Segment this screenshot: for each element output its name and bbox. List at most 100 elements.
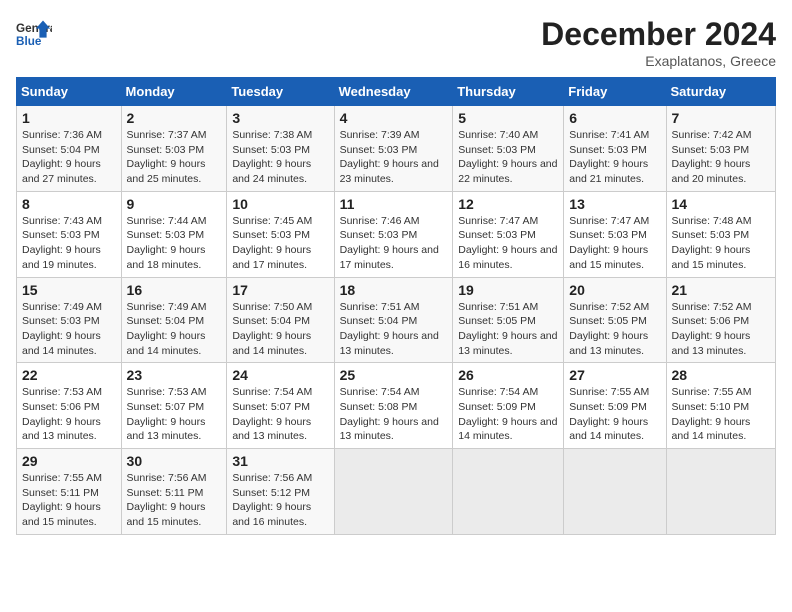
day-info: Sunrise: 7:54 AMSunset: 5:08 PMDaylight:… [340,385,448,444]
day-info: Sunrise: 7:52 AMSunset: 5:06 PMDaylight:… [672,300,770,359]
day-number: 23 [127,367,222,383]
calendar-cell: 12 Sunrise: 7:47 AMSunset: 5:03 PMDayligh… [453,191,564,277]
day-number: 31 [232,453,328,469]
day-number: 7 [672,110,770,126]
day-info: Sunrise: 7:46 AMSunset: 5:03 PMDaylight:… [340,214,448,273]
calendar-cell: 29 Sunrise: 7:55 AMSunset: 5:11 PMDayligh… [17,449,122,535]
header-friday: Friday [564,78,666,106]
day-number: 27 [569,367,660,383]
day-info: Sunrise: 7:50 AMSunset: 5:04 PMDaylight:… [232,300,328,359]
month-title: December 2024 [541,16,776,53]
calendar-cell [666,449,775,535]
calendar-week-row: 29 Sunrise: 7:55 AMSunset: 5:11 PMDayligh… [17,449,776,535]
day-number: 25 [340,367,448,383]
logo-icon: General Blue [16,16,52,52]
day-info: Sunrise: 7:52 AMSunset: 5:05 PMDaylight:… [569,300,660,359]
calendar-cell [453,449,564,535]
calendar-cell: 17 Sunrise: 7:50 AMSunset: 5:04 PMDayligh… [227,277,334,363]
header-saturday: Saturday [666,78,775,106]
calendar-cell: 30 Sunrise: 7:56 AMSunset: 5:11 PMDayligh… [121,449,227,535]
day-info: Sunrise: 7:42 AMSunset: 5:03 PMDaylight:… [672,128,770,187]
day-info: Sunrise: 7:53 AMSunset: 5:06 PMDaylight:… [22,385,116,444]
day-number: 5 [458,110,558,126]
calendar-cell: 4Sunrise: 7:39 AMSunset: 5:03 PMDaylight… [334,106,453,192]
day-number: 10 [232,196,328,212]
header-monday: Monday [121,78,227,106]
day-info: Sunrise: 7:51 AMSunset: 5:05 PMDaylight:… [458,300,558,359]
calendar-table: Sunday Monday Tuesday Wednesday Thursday… [16,77,776,535]
calendar-cell [334,449,453,535]
calendar-cell: 31 Sunrise: 7:56 AMSunset: 5:12 PMDayligh… [227,449,334,535]
page-header: General Blue December 2024 Exaplatanos, … [16,16,776,69]
day-number: 29 [22,453,116,469]
day-number: 19 [458,282,558,298]
calendar-cell: 21 Sunrise: 7:52 AMSunset: 5:06 PMDayligh… [666,277,775,363]
calendar-cell: 2 Sunrise: 7:37 AMSunset: 5:03 PMDaylight… [121,106,227,192]
calendar-cell: 19 Sunrise: 7:51 AMSunset: 5:05 PMDayligh… [453,277,564,363]
day-number: 4 [340,110,448,126]
svg-text:Blue: Blue [16,35,42,48]
day-info: Sunrise: 7:43 AMSunset: 5:03 PMDaylight:… [22,214,116,273]
calendar-cell: 6 Sunrise: 7:41 AMSunset: 5:03 PMDaylight… [564,106,666,192]
day-info: Sunrise: 7:55 AMSunset: 5:09 PMDaylight:… [569,385,660,444]
header-tuesday: Tuesday [227,78,334,106]
day-number: 15 [22,282,116,298]
day-info: Sunrise: 7:56 AMSunset: 5:11 PMDaylight:… [127,471,222,530]
day-number: 30 [127,453,222,469]
day-number: 21 [672,282,770,298]
day-number: 17 [232,282,328,298]
day-info: Sunrise: 7:55 AMSunset: 5:11 PMDaylight:… [22,471,116,530]
day-number: 2 [127,110,222,126]
calendar-cell: 10Sunrise: 7:45 AMSunset: 5:03 PMDayligh… [227,191,334,277]
day-info: Sunrise: 7:55 AMSunset: 5:10 PMDaylight:… [672,385,770,444]
calendar-cell: 20 Sunrise: 7:52 AMSunset: 5:05 PMDayligh… [564,277,666,363]
calendar-cell: 3Sunrise: 7:38 AMSunset: 5:03 PMDaylight… [227,106,334,192]
day-info: Sunrise: 7:47 AMSunset: 5:03 PMDaylight:… [569,214,660,273]
weekday-header-row: Sunday Monday Tuesday Wednesday Thursday… [17,78,776,106]
day-number: 8 [22,196,116,212]
day-info: Sunrise: 7:56 AMSunset: 5:12 PMDaylight:… [232,471,328,530]
calendar-cell: 22 Sunrise: 7:53 AMSunset: 5:06 PMDayligh… [17,363,122,449]
calendar-cell: 7 Sunrise: 7:42 AMSunset: 5:03 PMDaylight… [666,106,775,192]
day-number: 16 [127,282,222,298]
calendar-cell: 23 Sunrise: 7:53 AMSunset: 5:07 PMDayligh… [121,363,227,449]
day-info: Sunrise: 7:36 AMSunset: 5:04 PMDaylight:… [22,128,116,187]
day-info: Sunrise: 7:51 AMSunset: 5:04 PMDaylight:… [340,300,448,359]
day-info: Sunrise: 7:41 AMSunset: 5:03 PMDaylight:… [569,128,660,187]
calendar-cell: 8 Sunrise: 7:43 AMSunset: 5:03 PMDaylight… [17,191,122,277]
day-info: Sunrise: 7:49 AMSunset: 5:04 PMDaylight:… [127,300,222,359]
day-number: 20 [569,282,660,298]
calendar-cell: 27 Sunrise: 7:55 AMSunset: 5:09 PMDayligh… [564,363,666,449]
calendar-cell: 5Sunrise: 7:40 AMSunset: 5:03 PMDaylight… [453,106,564,192]
calendar-cell: 18 Sunrise: 7:51 AMSunset: 5:04 PMDayligh… [334,277,453,363]
day-number: 13 [569,196,660,212]
day-info: Sunrise: 7:47 AMSunset: 5:03 PMDaylight:… [458,214,558,273]
calendar-cell: 1Sunrise: 7:36 AMSunset: 5:04 PMDaylight… [17,106,122,192]
day-info: Sunrise: 7:44 AMSunset: 5:03 PMDaylight:… [127,214,222,273]
location: Exaplatanos, Greece [541,53,776,69]
day-info: Sunrise: 7:53 AMSunset: 5:07 PMDaylight:… [127,385,222,444]
day-info: Sunrise: 7:49 AMSunset: 5:03 PMDaylight:… [22,300,116,359]
calendar-cell [564,449,666,535]
day-number: 22 [22,367,116,383]
day-number: 28 [672,367,770,383]
calendar-week-row: 15 Sunrise: 7:49 AMSunset: 5:03 PMDayligh… [17,277,776,363]
calendar-cell: 11 Sunrise: 7:46 AMSunset: 5:03 PMDayligh… [334,191,453,277]
calendar-cell: 9Sunrise: 7:44 AMSunset: 5:03 PMDaylight… [121,191,227,277]
day-info: Sunrise: 7:37 AMSunset: 5:03 PMDaylight:… [127,128,222,187]
title-area: December 2024 Exaplatanos, Greece [541,16,776,69]
calendar-week-row: 1Sunrise: 7:36 AMSunset: 5:04 PMDaylight… [17,106,776,192]
day-number: 18 [340,282,448,298]
calendar-cell: 26Sunrise: 7:54 AMSunset: 5:09 PMDayligh… [453,363,564,449]
logo: General Blue [16,16,52,52]
day-info: Sunrise: 7:48 AMSunset: 5:03 PMDaylight:… [672,214,770,273]
day-number: 6 [569,110,660,126]
day-info: Sunrise: 7:38 AMSunset: 5:03 PMDaylight:… [232,128,328,187]
calendar-week-row: 8 Sunrise: 7:43 AMSunset: 5:03 PMDaylight… [17,191,776,277]
calendar-cell: 28 Sunrise: 7:55 AMSunset: 5:10 PMDayligh… [666,363,775,449]
day-number: 11 [340,196,448,212]
day-number: 12 [458,196,558,212]
day-info: Sunrise: 7:54 AMSunset: 5:09 PMDaylight:… [458,385,558,444]
calendar-cell: 15 Sunrise: 7:49 AMSunset: 5:03 PMDayligh… [17,277,122,363]
day-number: 24 [232,367,328,383]
